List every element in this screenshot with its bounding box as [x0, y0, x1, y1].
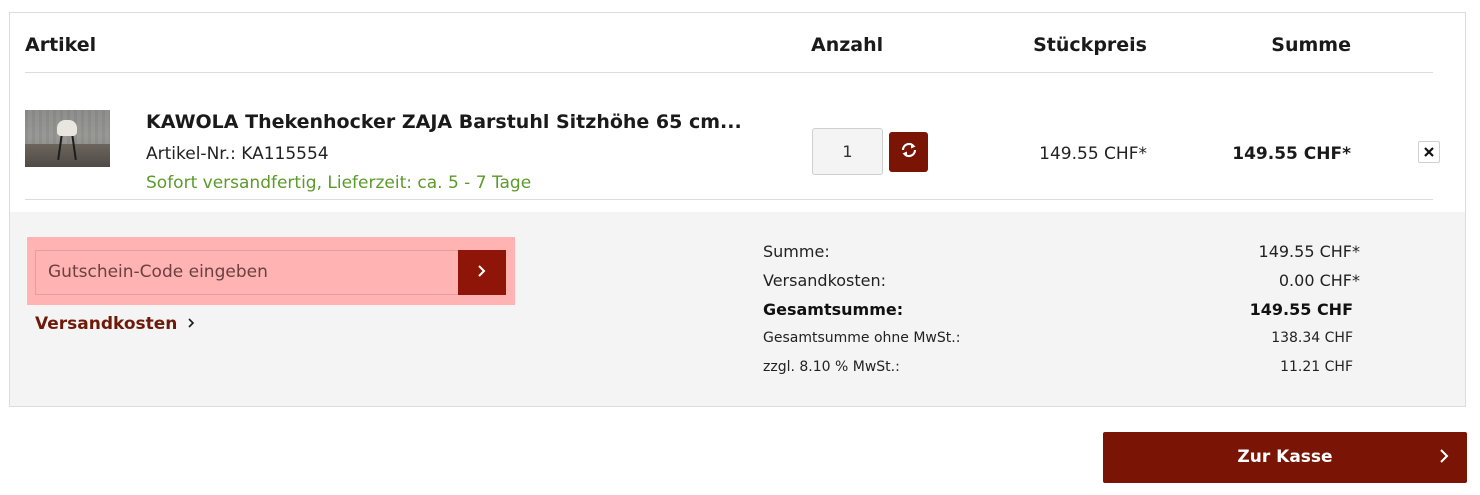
refresh-icon	[900, 141, 918, 163]
voucher-code-input[interactable]: Gutschein-Code eingeben	[35, 250, 459, 295]
shipping-costs-label: Versandkosten	[35, 314, 178, 334]
header-quantity: Anzahl	[811, 34, 884, 56]
header-article: Artikel	[25, 34, 97, 56]
chevron-right-icon	[188, 318, 195, 328]
product-thumbnail[interactable]	[25, 110, 110, 167]
summary-net-label: Gesamtsumme ohne MwSt.:	[763, 330, 961, 346]
summary-shipping-value: 0.00 CHF*	[1278, 271, 1360, 290]
chevron-right-icon	[477, 263, 487, 282]
cart-item-row: KAWOLA Thekenhocker ZAJA Barstuhl Sitzhö…	[25, 73, 1440, 200]
update-quantity-button[interactable]	[889, 132, 928, 172]
summary-vat-value: 11.21 CHF	[1280, 359, 1353, 375]
voucher-submit-button[interactable]	[458, 250, 506, 295]
summary-sum-label: Summe:	[763, 242, 830, 261]
item-total: 149.55 CHF*	[1232, 144, 1351, 164]
summary-vat-label: zzgl. 8.10 % MwSt.:	[763, 359, 900, 375]
header-sum: Summe	[1271, 34, 1351, 56]
shipping-costs-link[interactable]: Versandkosten	[35, 314, 195, 334]
summary-total-label: Gesamtsumme:	[763, 300, 904, 319]
summary-sum-value: 149.55 CHF*	[1258, 242, 1360, 261]
product-sku: Artikel-Nr.: KA115554	[146, 144, 329, 164]
cart-footer: Gutschein-Code eingeben Versandkosten Su…	[10, 212, 1465, 406]
summary-total-value: 149.55 CHF	[1249, 300, 1353, 319]
unit-price: 149.55 CHF*	[1039, 144, 1147, 164]
checkout-button[interactable]: Zur Kasse	[1103, 432, 1467, 483]
quantity-input[interactable]: 1	[812, 128, 883, 175]
close-icon	[1423, 143, 1435, 162]
checkout-label: Zur Kasse	[1237, 447, 1333, 467]
remove-item-button[interactable]	[1418, 141, 1440, 163]
header-unit-price: Stückpreis	[1033, 34, 1147, 56]
cart-header-row: Artikel Anzahl Stückpreis Summe	[25, 30, 1433, 73]
chevron-right-icon	[1439, 446, 1449, 471]
product-title-link[interactable]: KAWOLA Thekenhocker ZAJA Barstuhl Sitzhö…	[146, 111, 742, 133]
summary-net-value: 138.34 CHF	[1271, 330, 1353, 346]
delivery-status: Sofort versandfertig, Lieferzeit: ca. 5 …	[146, 173, 532, 193]
summary-shipping-label: Versandkosten:	[763, 271, 887, 290]
